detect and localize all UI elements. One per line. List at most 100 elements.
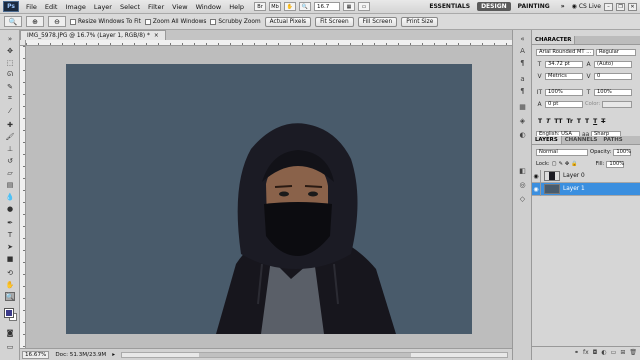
quick-mask-icon[interactable]: ◙ [5, 328, 15, 337]
paragraph-styles-icon[interactable]: ¶ [517, 86, 528, 95]
marquee-tool-icon[interactable]: ⬚ [5, 58, 15, 67]
leading-field[interactable]: (Auto) [594, 60, 632, 68]
vertical-scale-field[interactable]: 100% [545, 88, 583, 96]
kerning-field[interactable]: Metrics [545, 72, 583, 80]
fit-screen-button[interactable]: Fit Screen [315, 16, 354, 27]
fill-field[interactable]: 100% [606, 160, 625, 168]
zoom-in-icon[interactable]: ⊕ [26, 16, 44, 27]
bridge-icon[interactable]: Br [254, 2, 267, 11]
channels-panel-icon[interactable]: ◎ [517, 180, 528, 189]
quick-selection-tool-icon[interactable]: ✎ [5, 82, 15, 91]
menu-filter[interactable]: Filter [144, 3, 168, 11]
history-brush-tool-icon[interactable]: ↺ [5, 156, 15, 165]
character-styles-icon[interactable]: a [517, 74, 528, 83]
blur-tool-icon[interactable]: 💧 [5, 192, 15, 201]
spot-healing-tool-icon[interactable]: ✚ [5, 120, 15, 129]
cs-live-button[interactable]: ◉ CS Live [572, 3, 601, 10]
layer-row-0[interactable]: ◉ Layer 0 [532, 169, 640, 183]
new-layer-icon[interactable]: ⊞ [620, 349, 625, 356]
print-size-button[interactable]: Print Size [401, 16, 439, 27]
hand-view-icon[interactable]: ✋ [284, 2, 297, 11]
document-image[interactable] [66, 64, 472, 334]
clone-stamp-tool-icon[interactable]: ⊥ [5, 144, 15, 153]
faux-bold-icon[interactable]: T [538, 118, 542, 125]
eraser-tool-icon[interactable]: ▱ [5, 168, 15, 177]
close-document-icon[interactable]: × [154, 33, 159, 39]
new-group-icon[interactable]: ▭ [611, 349, 617, 356]
screen-mode-tool-icon[interactable]: ▭ [5, 342, 15, 351]
visibility-eye-icon[interactable]: ◉ [532, 169, 541, 183]
lock-image-icon[interactable]: ✎ [558, 161, 562, 167]
styles-panel-icon[interactable]: ◈ [517, 116, 528, 125]
3d-rotate-tool-icon[interactable]: ⟲ [5, 268, 15, 277]
close-icon[interactable]: ✕ [628, 2, 637, 11]
lasso-tool-icon[interactable]: ᘏ [5, 70, 15, 79]
tab-channels[interactable]: CHANNELS [562, 136, 601, 144]
type-tool-icon[interactable]: T [5, 230, 15, 239]
font-style-select[interactable]: Regular [596, 48, 636, 56]
arrange-documents-icon[interactable]: ▦ [343, 2, 356, 11]
tracking-field[interactable]: 0 [594, 72, 632, 80]
add-mask-icon[interactable]: ◘ [593, 349, 598, 356]
menu-layer[interactable]: Layer [90, 3, 116, 11]
character-panel-icon[interactable]: A [517, 46, 528, 55]
status-doc-size[interactable]: Doc: 51.3M/23.9M [55, 352, 106, 358]
foreground-color-swatch[interactable] [4, 308, 14, 318]
zoom-view-icon[interactable]: 🔍 [299, 2, 312, 11]
expand-panels-icon[interactable]: « [517, 34, 528, 43]
resize-windows-checkbox[interactable]: Resize Windows To Fit [70, 18, 141, 25]
font-family-select[interactable]: Arial Rounded MT ... [536, 48, 594, 56]
zoom-tool-preset-icon[interactable]: 🔍 [4, 16, 22, 27]
all-caps-icon[interactable]: TT [554, 118, 562, 125]
dodge-tool-icon[interactable]: ● [5, 204, 15, 213]
strikethrough-icon[interactable]: T [601, 118, 605, 125]
menu-window[interactable]: Window [192, 3, 226, 11]
lock-position-icon[interactable]: ✥ [565, 161, 569, 167]
zoom-tool-icon[interactable]: 🔍 [5, 292, 15, 301]
layer-style-icon[interactable]: fx [583, 349, 589, 356]
baseline-shift-field[interactable]: 0 pt [545, 100, 583, 108]
scrollbar-thumb[interactable] [199, 352, 411, 357]
shape-tool-icon[interactable]: ■ [5, 254, 15, 263]
restore-icon[interactable]: ❐ [616, 2, 625, 11]
menu-view[interactable]: View [168, 3, 191, 11]
zoom-level-select[interactable]: 16.7 [314, 2, 341, 11]
horizontal-scale-field[interactable]: 100% [594, 88, 632, 96]
brush-tool-icon[interactable]: 🖌 [5, 132, 15, 141]
underline-icon[interactable]: T [593, 118, 597, 125]
move-tool-icon[interactable]: ✥ [5, 46, 15, 55]
tab-paths[interactable]: PATHS [600, 136, 625, 144]
path-selection-tool-icon[interactable]: ➤ [5, 242, 15, 251]
paragraph-panel-icon[interactable]: ¶ [517, 58, 528, 67]
status-zoom-field[interactable]: 16.67% [22, 350, 50, 359]
canvas-workspace[interactable] [26, 46, 512, 348]
lock-all-icon[interactable]: 🔒 [571, 161, 577, 167]
link-layers-icon[interactable]: ⚭ [574, 349, 579, 356]
subscript-icon[interactable]: T [585, 118, 589, 125]
small-caps-icon[interactable]: Tr [567, 118, 573, 125]
menu-image[interactable]: Image [61, 3, 89, 11]
tab-layers[interactable]: LAYERS [532, 136, 562, 144]
text-color-swatch[interactable] [602, 100, 633, 108]
paths-panel-icon[interactable]: ◇ [517, 194, 528, 203]
faux-italic-icon[interactable]: T [546, 118, 550, 125]
layers-panel-icon[interactable]: ◧ [517, 166, 528, 175]
pen-tool-icon[interactable]: ✒ [5, 218, 15, 227]
superscript-icon[interactable]: T [577, 118, 581, 125]
adjustment-layer-icon[interactable]: ◐ [601, 349, 606, 356]
collapse-arrows-icon[interactable]: » [5, 34, 15, 43]
hand-tool-icon[interactable]: ✋ [5, 280, 15, 289]
font-size-field[interactable]: 34.72 pt [545, 60, 583, 68]
fill-screen-button[interactable]: Fill Screen [357, 16, 398, 27]
zoom-all-windows-checkbox[interactable]: Zoom All Windows [144, 18, 206, 25]
mini-bridge-icon[interactable]: Mb [269, 2, 282, 11]
menu-file[interactable]: File [22, 3, 41, 11]
eyedropper-tool-icon[interactable]: ⁄ [5, 106, 15, 115]
opacity-field[interactable]: 100% [613, 148, 632, 156]
visibility-eye-icon[interactable]: ◉ [532, 182, 541, 196]
horizontal-scrollbar[interactable] [121, 351, 508, 358]
adjustments-panel-icon[interactable]: ◐ [517, 130, 528, 139]
workspace-design[interactable]: DESIGN [477, 2, 511, 11]
menu-edit[interactable]: Edit [41, 3, 62, 11]
minimize-icon[interactable]: – [604, 2, 613, 11]
